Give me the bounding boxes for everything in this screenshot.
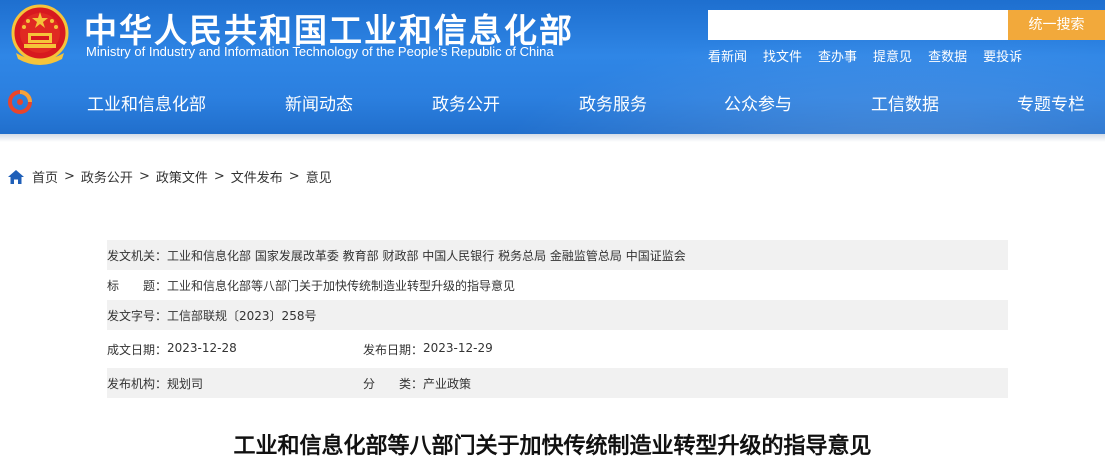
written-date-label: 成文日期： [107,342,168,357]
breadcrumb-home[interactable]: 首页 [32,167,58,186]
info-row-issuer: 发文机关： 工业和信息化部 国家发展改革委 教育部 财政部 中国人民银行 税务总… [107,240,1008,270]
breadcrumb: 首页 > 政务公开 > 政策文件 > 文件发布 > 意见 [8,167,332,186]
breadcrumb-separator: > [64,169,75,184]
info-row-dates: 成文日期： 2023-12-28 发布日期： 2023-12-29 [107,334,1008,364]
nav-item-gov-services[interactable]: 政务服务 [579,90,647,115]
quick-link-complaint[interactable]: 要投诉 [983,46,1022,65]
site-header: 中华人民共和国工业和信息化部 Ministry of Industry and … [0,0,1105,140]
breadcrumb-separator: > [138,169,150,184]
search-input[interactable] [708,10,1008,40]
home-icon [8,169,24,184]
nav-item-miit[interactable]: 工业和信息化部 [87,90,206,115]
site-logo-icon[interactable] [6,88,34,116]
document-info-table: 发文机关： 工业和信息化部 国家发展改革委 教育部 财政部 中国人民银行 税务总… [107,240,1008,398]
national-emblem-icon [11,4,69,65]
publisher-label: 发布机构： [107,376,168,391]
main-nav: 工业和信息化部 新闻动态 政务公开 政务服务 公众参与 工信数据 专题专栏 [0,86,1105,118]
issuer-label: 发文机关： [107,248,168,263]
quick-link-services[interactable]: 查办事 [818,46,857,65]
ministry-name-en[interactable]: Ministry of Industry and Information Tec… [86,44,554,59]
breadcrumb-separator: > [213,169,225,184]
info-row-doc-number: 发文字号： 工信部联规〔2023〕258号 [107,300,1008,330]
title-value: 工业和信息化部等八部门关于加快传统制造业转型升级的指导意见 [167,278,516,293]
breadcrumb-gov-affairs[interactable]: 政务公开 [81,167,133,186]
quick-link-news[interactable]: 看新闻 [708,46,747,65]
category-label: 分 类： [363,376,424,391]
publish-date-label: 发布日期： [363,342,424,357]
info-row-publisher: 发布机构： 规划司 分 类： 产业政策 [107,368,1008,398]
nav-item-data[interactable]: 工信数据 [871,90,939,115]
document-title: 工业和信息化部等八部门关于加快传统制造业转型升级的指导意见 [233,434,872,459]
category-value: 产业政策 [423,376,472,391]
nav-item-news[interactable]: 新闻动态 [285,90,353,115]
nav-item-gov-affairs[interactable]: 政务公开 [432,90,500,115]
quick-link-feedback[interactable]: 提意见 [873,46,912,65]
publish-date-value: 2023-12-29 [423,340,493,355]
header-shadow [0,134,1105,142]
breadcrumb-policy-files[interactable]: 政策文件 [156,167,208,186]
written-date-value: 2023-12-28 [167,340,237,355]
issuer-value: 工业和信息化部 国家发展改革委 教育部 财政部 中国人民银行 税务总局 金融监管… [167,248,686,263]
doc-number-value: 工信部联规〔2023〕258号 [167,308,317,323]
breadcrumb-file-release[interactable]: 文件发布 [231,167,283,186]
info-row-title: 标 题： 工业和信息化部等八部门关于加快传统制造业转型升级的指导意见 [107,270,1008,300]
quick-link-files[interactable]: 找文件 [763,46,802,65]
publisher-value: 规划司 [167,376,204,391]
nav-item-public-participation[interactable]: 公众参与 [724,90,792,115]
breadcrumb-opinion: 意见 [305,171,332,186]
search-button[interactable]: 统一搜索 [1008,10,1105,40]
doc-number-label: 发文字号： [107,308,168,323]
title-label: 标 题： [107,278,168,293]
nav-item-topics[interactable]: 专题专栏 [1017,90,1085,115]
breadcrumb-separator: > [288,169,300,184]
quick-links: 看新闻 找文件 查办事 提意见 查数据 要投诉 [708,46,1038,65]
quick-link-data[interactable]: 查数据 [928,46,967,65]
